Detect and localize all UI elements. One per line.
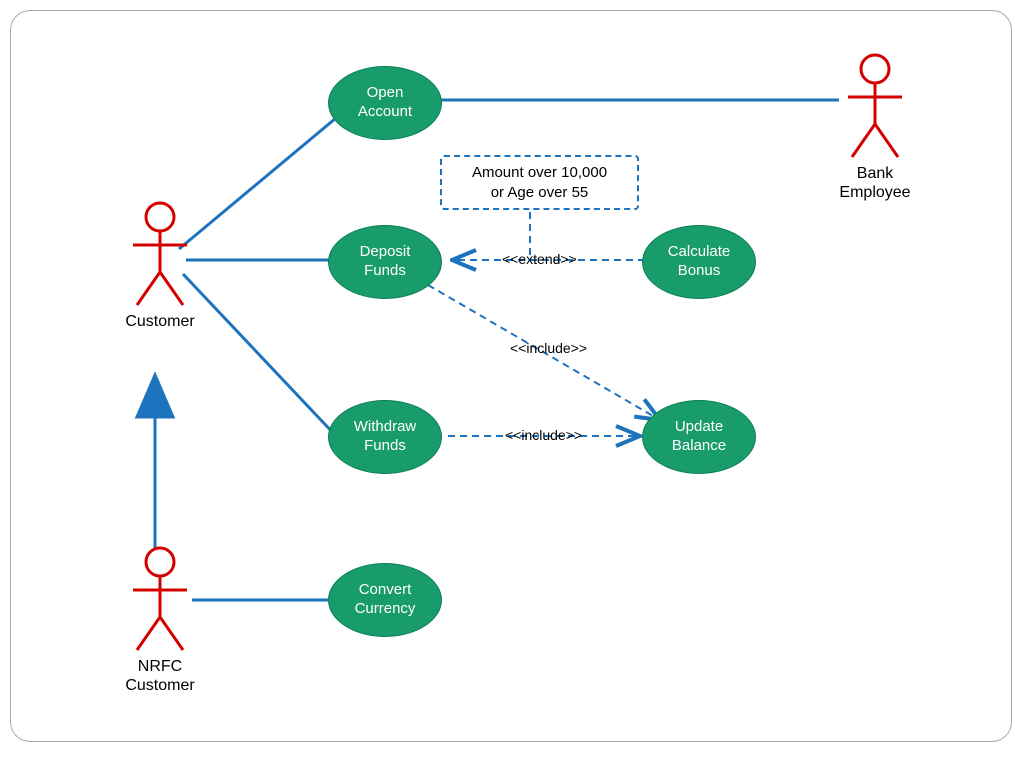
actor-customer-label: Customer bbox=[120, 312, 200, 331]
usecase-update-balance: Update Balance bbox=[642, 400, 756, 474]
usecase-withdraw-funds: Withdraw Funds bbox=[328, 400, 442, 474]
stick-figure-icon bbox=[840, 52, 910, 162]
actor-bank-label: Bank Employee bbox=[830, 164, 920, 202]
stick-figure-icon bbox=[125, 200, 195, 310]
label-include-deposit: <<include>> bbox=[510, 340, 587, 356]
actor-customer: Customer bbox=[120, 200, 200, 331]
actor-bank-employee: Bank Employee bbox=[830, 52, 920, 202]
usecase-convert-currency: Convert Currency bbox=[328, 563, 442, 637]
actor-nrfc-customer: NRFC Customer bbox=[115, 545, 205, 695]
usecase-calculate-bonus: Calculate Bonus bbox=[642, 225, 756, 299]
label-extend: <<extend>> bbox=[502, 251, 577, 267]
usecase-open-account: Open Account bbox=[328, 66, 442, 140]
extend-condition-note: Amount over 10,000 or Age over 55 bbox=[440, 155, 639, 210]
label-include-withdraw: <<include>> bbox=[505, 427, 582, 443]
stick-figure-icon bbox=[125, 545, 195, 655]
usecase-deposit-funds: Deposit Funds bbox=[328, 225, 442, 299]
actor-nrfc-label: NRFC Customer bbox=[115, 657, 205, 695]
diagram-canvas: Customer NRFC Customer Bank Employee Ope… bbox=[0, 0, 1024, 768]
